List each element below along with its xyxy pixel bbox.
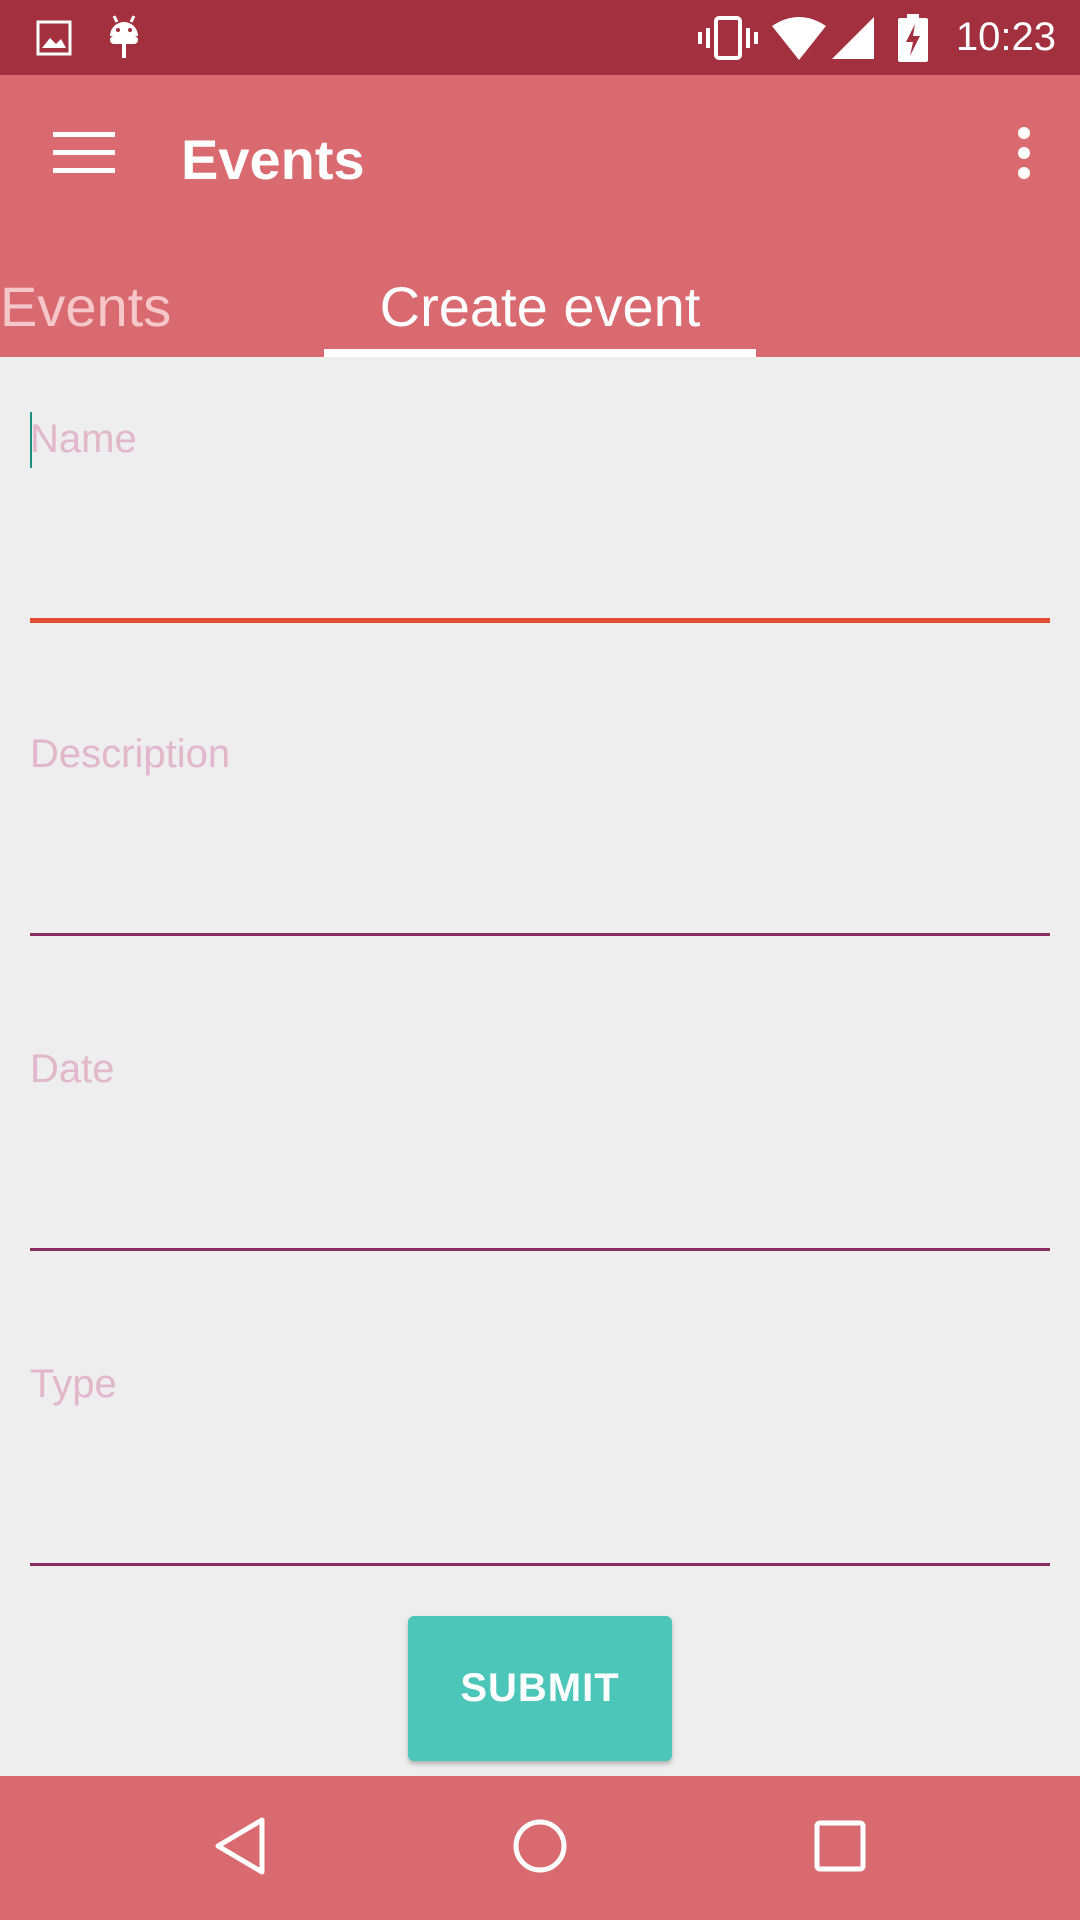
app-bar: Events Events Create event <box>0 75 1080 357</box>
image-icon <box>36 0 72 75</box>
description-underline <box>30 933 1050 936</box>
status-bar: 10:23 <box>0 0 1080 75</box>
name-underline <box>30 618 1050 623</box>
battery-charging-icon <box>898 0 928 75</box>
back-icon <box>212 1816 268 1881</box>
menu-button[interactable] <box>30 105 138 205</box>
android-icon <box>106 0 142 75</box>
status-time: 10:23 <box>955 15 1056 59</box>
date-underline <box>30 1248 1050 1251</box>
back-button[interactable] <box>190 1798 290 1898</box>
signal-icon <box>832 0 874 75</box>
date-placeholder: Date <box>30 1047 115 1091</box>
tab-create-event[interactable]: Create event <box>324 255 756 357</box>
more-vertical-icon <box>1017 126 1031 184</box>
page-title: Events <box>181 128 365 191</box>
wifi-icon <box>772 0 826 75</box>
type-field[interactable]: Type <box>30 1302 1050 1566</box>
type-placeholder: Type <box>30 1362 117 1406</box>
tab-events[interactable]: Events <box>0 255 176 357</box>
name-field[interactable]: Name <box>30 357 1050 623</box>
navigation-bar <box>0 1776 1080 1920</box>
vibrate-icon <box>698 0 758 75</box>
description-placeholder: Description <box>30 732 231 776</box>
home-icon <box>512 1818 568 1879</box>
home-button[interactable] <box>490 1798 590 1898</box>
type-underline <box>30 1563 1050 1566</box>
tab-indicator <box>324 349 756 357</box>
date-field[interactable]: Date <box>30 987 1050 1251</box>
overflow-menu-button[interactable] <box>992 105 1056 205</box>
description-field[interactable]: Description <box>30 672 1050 936</box>
hamburger-menu-icon <box>53 131 115 179</box>
recents-icon <box>814 1820 866 1877</box>
name-placeholder: Name <box>30 417 137 461</box>
submit-button[interactable]: SUBMIT <box>408 1616 672 1761</box>
recents-button[interactable] <box>790 1798 890 1898</box>
